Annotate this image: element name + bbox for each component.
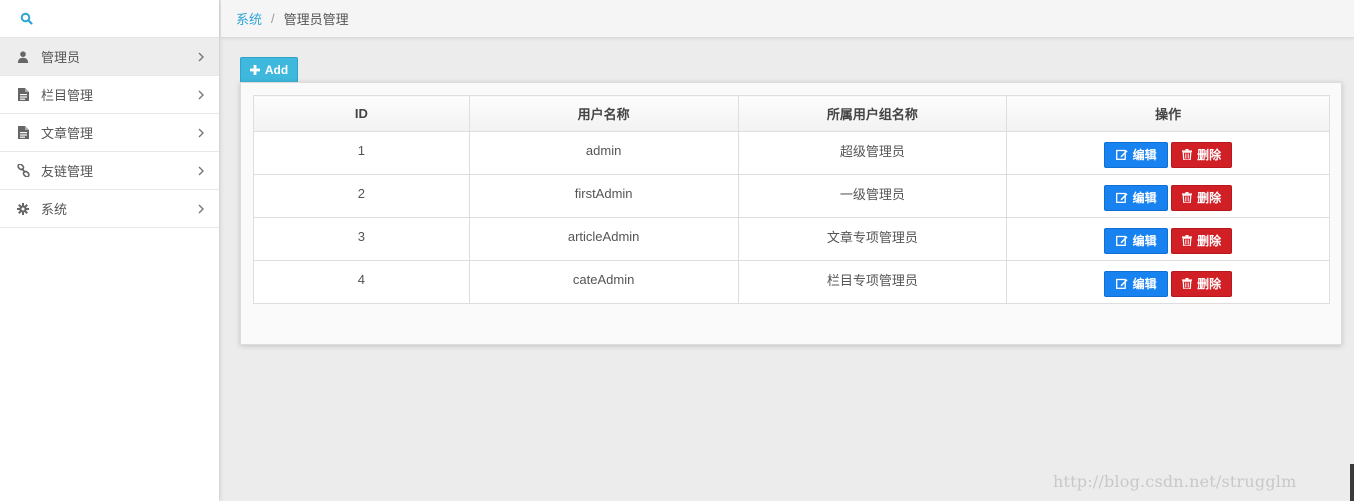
chevron-right-icon: [198, 166, 204, 175]
edit-button-label: 编辑: [1132, 234, 1157, 248]
sidebar-item-columns[interactable]: 栏目管理: [0, 76, 219, 114]
column-header-group: 所属用户组名称: [737, 95, 1008, 132]
sidebar-item-label: 系统: [41, 202, 68, 217]
breadcrumb: 系统 / 管理员管理: [221, 0, 1354, 38]
sidebar-item-label: 管理员: [41, 50, 81, 65]
admin-table: ID 用户名称 所属用户组名称 操作 1 admin 超级管理员 编辑 删除 2…: [253, 95, 1330, 304]
trash-icon: [1182, 235, 1193, 246]
edit-icon: [1115, 235, 1128, 246]
chevron-right-icon: [198, 128, 204, 137]
cell-group: 一级管理员: [737, 174, 1008, 218]
table-header-row: ID 用户名称 所属用户组名称 操作: [253, 95, 1330, 132]
sidebar-item-system[interactable]: 系统: [0, 190, 219, 228]
trash-icon: [1182, 149, 1193, 160]
column-header-username: 用户名称: [468, 95, 739, 132]
trash-icon: [1182, 192, 1193, 203]
cell-id: 1: [253, 131, 470, 175]
edit-button[interactable]: 编辑: [1104, 270, 1169, 297]
cell-id: 2: [253, 174, 470, 218]
cell-actions: 编辑 删除: [1006, 131, 1330, 175]
cell-group: 栏目专项管理员: [737, 260, 1008, 304]
delete-button[interactable]: 删除: [1171, 184, 1233, 211]
sidebar: 管理员 栏目管理 文章管理 友链管理 系统: [0, 0, 220, 501]
sidebar-item-label: 友链管理: [41, 164, 94, 179]
edit-icon: [1115, 149, 1128, 160]
chevron-right-icon: [198, 90, 204, 99]
chevron-right-icon: [198, 204, 204, 213]
table-row: 4 cateAdmin 栏目专项管理员 编辑 删除: [253, 260, 1330, 304]
file-icon: [16, 88, 30, 102]
edit-icon: [1115, 192, 1128, 203]
delete-button-label: 删除: [1197, 148, 1222, 162]
edit-button-label: 编辑: [1132, 148, 1157, 162]
search-icon[interactable]: [20, 12, 33, 25]
user-icon: [16, 50, 30, 64]
delete-button[interactable]: 删除: [1171, 227, 1233, 254]
delete-button-label: 删除: [1197, 191, 1222, 205]
sidebar-item-label: 文章管理: [41, 126, 94, 141]
chevron-right-icon: [198, 52, 204, 61]
edit-button[interactable]: 编辑: [1104, 141, 1169, 168]
cell-actions: 编辑 删除: [1006, 174, 1330, 218]
sidebar-item-label: 栏目管理: [41, 88, 94, 103]
delete-button[interactable]: 删除: [1171, 270, 1233, 297]
edit-button-label: 编辑: [1132, 191, 1157, 205]
cell-username: cateAdmin: [468, 260, 739, 304]
cell-username: articleAdmin: [468, 217, 739, 261]
edit-button-label: 编辑: [1132, 277, 1157, 291]
sidebar-item-admin[interactable]: 管理员: [0, 38, 219, 76]
table-row: 3 articleAdmin 文章专项管理员 编辑 删除: [253, 217, 1330, 261]
cell-id: 3: [253, 217, 470, 261]
edit-button[interactable]: 编辑: [1104, 227, 1169, 254]
breadcrumb-separator: /: [271, 11, 275, 26]
plus-icon: [249, 65, 260, 75]
delete-button[interactable]: 删除: [1171, 141, 1233, 168]
sidebar-search[interactable]: [0, 0, 219, 38]
delete-button-label: 删除: [1197, 277, 1222, 291]
breadcrumb-current: 管理员管理: [283, 12, 349, 27]
column-header-id: ID: [253, 95, 470, 132]
sidebar-item-links[interactable]: 友链管理: [0, 152, 219, 190]
add-button-label: Add: [264, 63, 289, 77]
cell-actions: 编辑 删除: [1006, 260, 1330, 304]
link-icon: [16, 164, 30, 178]
cell-id: 4: [253, 260, 470, 304]
add-button[interactable]: Add: [240, 57, 298, 83]
admin-list-panel: ID 用户名称 所属用户组名称 操作 1 admin 超级管理员 编辑 删除 2…: [240, 82, 1342, 345]
delete-button-label: 删除: [1197, 234, 1222, 248]
table-row: 2 firstAdmin 一级管理员 编辑 删除: [253, 174, 1330, 218]
watermark: http://blog.csdn.net/strugglm: [1053, 472, 1297, 491]
trash-icon: [1182, 278, 1193, 289]
cell-group: 超级管理员: [737, 131, 1008, 175]
cell-group: 文章专项管理员: [737, 217, 1008, 261]
scrollbar[interactable]: [1350, 464, 1354, 501]
gear-icon: [16, 202, 30, 216]
breadcrumb-system-link[interactable]: 系统: [236, 9, 262, 28]
sidebar-item-articles[interactable]: 文章管理: [0, 114, 219, 152]
column-header-actions: 操作: [1006, 95, 1330, 132]
edit-button[interactable]: 编辑: [1104, 184, 1169, 211]
cell-actions: 编辑 删除: [1006, 217, 1330, 261]
table-row: 1 admin 超级管理员 编辑 删除: [253, 131, 1330, 175]
cell-username: admin: [468, 131, 739, 175]
edit-icon: [1115, 278, 1128, 289]
cell-username: firstAdmin: [468, 174, 739, 218]
file-icon: [16, 126, 30, 140]
